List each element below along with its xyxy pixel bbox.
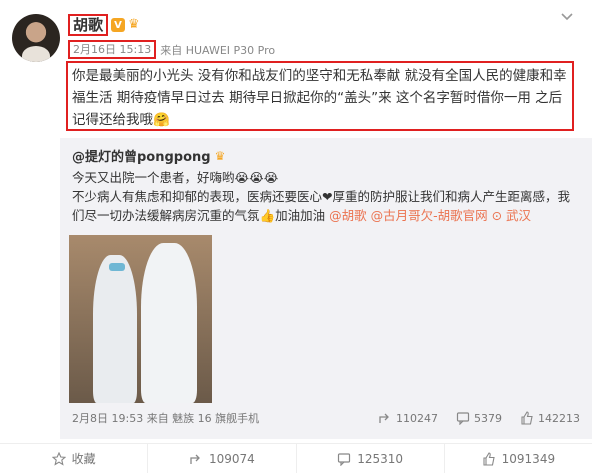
mention-official-site[interactable]: @古月哥欠-胡歌官网 [371,208,488,223]
action-bar: 收藏 109074 125310 1091349 [0,443,592,473]
crown-icon: ♛ [128,17,140,32]
repost-footer: 2月8日 19:53 来自 魅族 16 旗舰手机 110247 5379 142… [72,410,580,426]
repost-text: 今天又出院一个患者，好嗨哟😭😭😭 不少病人有焦虑和抑郁的表现，医病还要医心❤厚重… [72,168,582,225]
avatar[interactable] [12,14,60,62]
thumbs-up-icon [521,411,533,425]
repost-author[interactable]: @提灯的曾pongpong [72,146,211,165]
chevron-down-icon[interactable] [560,10,574,24]
reposted-card: @提灯的曾pongpong ♛ 今天又出院一个患者，好嗨哟😭😭😭 不少病人有焦虑… [60,138,592,439]
comment-icon [456,412,470,425]
repost-photo[interactable] [69,235,212,403]
repost-comment-count[interactable]: 5379 [456,411,502,425]
crown-icon: ♛ [214,148,226,163]
comment-icon [338,452,351,466]
repost-meta: 2月8日 19:53 来自 魅族 16 旗舰手机 [72,412,260,425]
author-row: 胡歌 V ♛ [68,14,146,36]
repost-button[interactable]: 109074 [148,444,297,473]
post-text: 你是最美丽的小光头 没有你和战友们的坚守和无私奉献 就没有全国人民的健康和幸福生… [66,61,574,131]
repost-line-1: 今天又出院一个患者，好嗨哟😭😭😭 [72,170,279,185]
location-link[interactable]: 武汉 [506,208,531,223]
thumbs-up-icon [483,451,495,466]
star-icon [51,451,66,466]
favorite-button[interactable]: 收藏 [0,444,149,473]
comment-button[interactable]: 125310 [297,444,445,473]
share-icon [190,454,200,464]
mention-hu-ge[interactable]: @胡歌 [329,208,367,223]
repost-like-count[interactable]: 142213 [520,411,580,425]
repost-share-count[interactable]: 110247 [378,411,438,425]
post-source: 来自 HUAWEI P30 Pro [160,43,276,57]
share-icon [379,413,389,423]
like-button[interactable]: 1091349 [445,444,592,473]
location-icon: ⊙ [491,208,503,223]
post-meta: 2月16日 15:13 来自 HUAWEI P30 Pro [68,40,275,59]
post-time[interactable]: 2月16日 15:13 [68,40,157,59]
verified-icon: V [111,18,126,32]
author-name[interactable]: 胡歌 [68,14,109,36]
repost-author-row: @提灯的曾pongpong ♛ [72,146,226,166]
